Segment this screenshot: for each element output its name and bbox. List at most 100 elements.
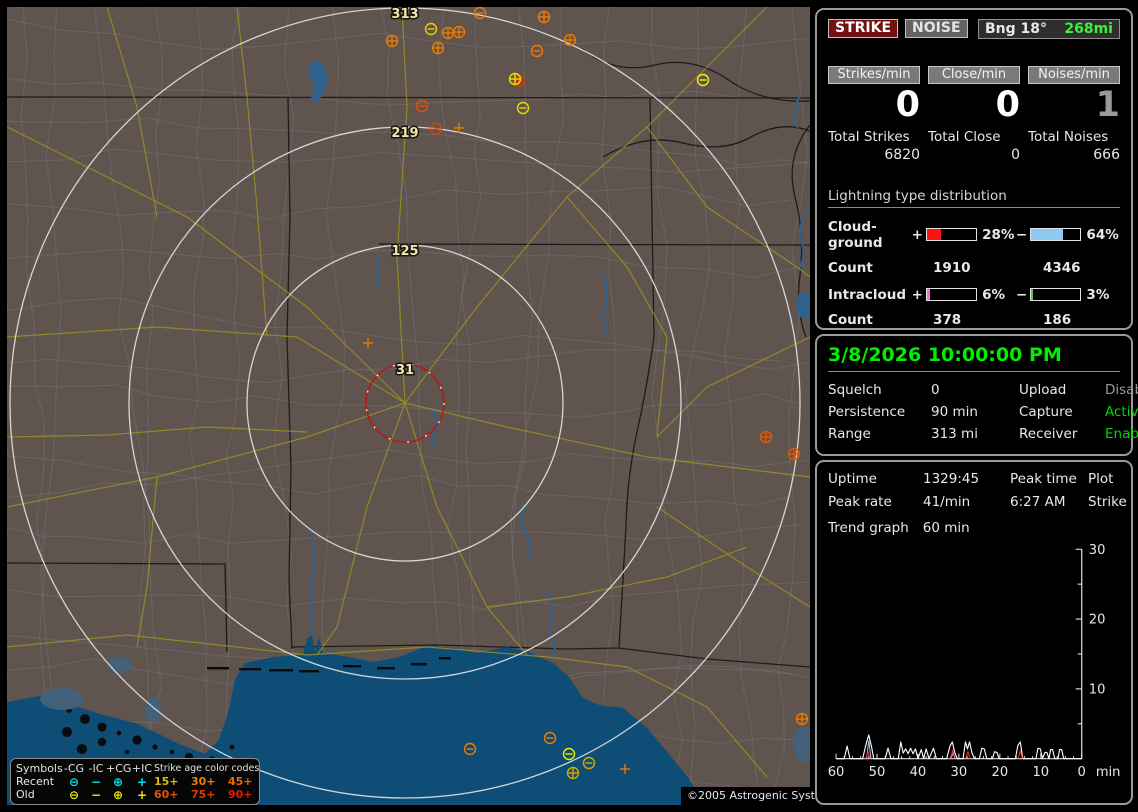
age-code-45: 45+ xyxy=(228,774,253,788)
plus-sign: + xyxy=(911,226,923,243)
ic-neg-bar xyxy=(1030,288,1082,302)
svg-text:0: 0 xyxy=(1078,765,1086,780)
distribution-title: Lightning type distribution xyxy=(828,188,1120,208)
range-value: 313 mi xyxy=(931,426,978,442)
trend-window-value: 60 min xyxy=(922,520,970,536)
trend-panel: Uptime 1329:45 Peak time Plot Peak rate … xyxy=(815,460,1133,805)
strike-marker-cgp xyxy=(452,25,466,39)
ic-pos-recent-icon: + xyxy=(136,774,148,789)
legend-col-cg-pos: +CG xyxy=(106,761,132,775)
trend-graph: 10 20 30 60 50 40 30 20 10 0 min xyxy=(828,543,1120,780)
receiver-label: Receiver xyxy=(1019,426,1078,442)
ic-neg-count: 186 xyxy=(1043,311,1072,328)
strike-marker-cgp xyxy=(566,766,580,780)
ic-pos-bar xyxy=(926,288,978,302)
svg-text:20: 20 xyxy=(1089,613,1106,628)
cg-pos-recent-icon: ⊕ xyxy=(112,774,124,789)
cg-neg-pct: 64% xyxy=(1086,226,1119,243)
cg-pos-bar-fill xyxy=(927,229,941,241)
squelch-label: Squelch xyxy=(828,382,882,398)
total-strikes-label: Total Strikes xyxy=(828,128,910,145)
map-legend: Symbols -CG -IC +CG +IC Strike age color… xyxy=(10,758,260,805)
close-column: Close/min 0 Total Close 0 xyxy=(928,66,1020,163)
strike-marker-cgp xyxy=(563,33,577,47)
peak-rate-value: 41/min xyxy=(923,494,971,510)
ring-label-313: 313 xyxy=(391,7,418,22)
strike-marker-cgp xyxy=(385,34,399,48)
ic-pos-old-icon: + xyxy=(136,787,148,802)
svg-text:30: 30 xyxy=(1089,543,1106,558)
uptime-label: Uptime xyxy=(828,471,877,487)
count-label: Count xyxy=(828,311,873,328)
svg-text:10: 10 xyxy=(1032,765,1049,780)
receiver-value: Enabled xyxy=(1105,426,1138,442)
plot-mode-value: Strike xyxy=(1088,494,1127,510)
legend-col-ic-neg: -IC xyxy=(88,761,104,775)
noises-column: Noises/min 1 Total Noises 666 xyxy=(1028,66,1120,163)
strike-mode-button[interactable]: STRIKE xyxy=(828,19,899,38)
age-code-90: 90+ xyxy=(228,787,253,801)
strike-marker-cgp xyxy=(508,72,522,86)
persistence-label: Persistence xyxy=(828,404,906,420)
map-area[interactable]: 31 125 219 313 Symbols -CG -IC +CG +IC Stri… xyxy=(7,7,845,805)
trend-graph-label: Trend graph xyxy=(828,520,909,536)
svg-text:20: 20 xyxy=(992,765,1009,780)
bearing-display: Bng 18° 268mi xyxy=(978,19,1120,39)
close-per-min-button[interactable]: Close/min xyxy=(928,66,1020,84)
cg-neg-bar xyxy=(1030,228,1082,242)
bearing-label: Bng 18° xyxy=(985,21,1048,37)
ic-neg-old-icon: − xyxy=(90,787,102,802)
ring-label-219: 219 xyxy=(391,126,418,141)
uptime-value: 1329:45 xyxy=(923,471,980,487)
ic-pos-pct: 6% xyxy=(982,286,1006,303)
peak-time-value: 6:27 AM xyxy=(1010,494,1066,510)
squelch-value: 0 xyxy=(931,382,940,398)
cg-pos-pct: 28% xyxy=(982,226,1015,243)
ic-neg-pct: 3% xyxy=(1086,286,1110,303)
count-label: Count xyxy=(828,259,873,276)
total-noises-label: Total Noises xyxy=(1028,128,1109,145)
ic-neg-recent-icon: − xyxy=(90,774,102,789)
age-code-15: 15+ xyxy=(154,774,179,788)
total-close-value: 0 xyxy=(1011,146,1020,163)
svg-text:50: 50 xyxy=(869,765,886,780)
strike-marker-cgp xyxy=(795,712,809,726)
upload-label: Upload xyxy=(1019,382,1067,398)
legend-row-recent: Recent xyxy=(16,774,55,788)
noises-per-min-value: 1 xyxy=(1095,85,1120,125)
minus-sign: − xyxy=(1015,286,1028,303)
stats-panel: STRIKE NOISE Bng 18° 268mi Strikes/min 0… xyxy=(815,8,1133,330)
svg-text:10: 10 xyxy=(1089,682,1106,697)
lightning-map: 31 125 219 313 xyxy=(7,7,810,805)
legend-col-ic-pos: +IC xyxy=(131,761,153,775)
noises-per-min-button[interactable]: Noises/min xyxy=(1028,66,1120,84)
cg-pos-count: 1910 xyxy=(933,259,971,276)
close-per-min-value: 0 xyxy=(995,85,1020,125)
capture-label: Capture xyxy=(1019,404,1073,420)
legend-col-cg-neg: -CG xyxy=(63,761,85,775)
strike-marker-cgp xyxy=(431,41,445,55)
age-code-30: 30+ xyxy=(191,774,216,788)
total-strikes-value: 6820 xyxy=(884,146,920,163)
intracloud-row: Intracloud + 6% − 3% xyxy=(828,287,1120,303)
status-panel: 3/8/2026 10:00:00 PM Squelch 0 Upload Di… xyxy=(815,334,1138,456)
ic-pos-bar-fill xyxy=(927,289,931,301)
strikes-per-min-button[interactable]: Strikes/min xyxy=(828,66,920,84)
cloud-ground-count-row: Count 1910 4346 xyxy=(828,260,1120,276)
peak-time-label: Peak time xyxy=(1010,471,1077,487)
legend-row-old: Old xyxy=(16,787,35,801)
bearing-range: 268mi xyxy=(1064,21,1113,37)
ic-neg-bar-fill xyxy=(1031,289,1033,301)
cg-neg-old-icon: ⊖ xyxy=(68,787,80,802)
intracloud-label: Intracloud xyxy=(828,286,907,303)
svg-text:40: 40 xyxy=(910,765,927,780)
peak-rate-label: Peak rate xyxy=(828,494,892,510)
svg-text:60: 60 xyxy=(828,765,844,780)
cloud-ground-label: Cloud-ground xyxy=(828,218,883,251)
noise-mode-button[interactable]: NOISE xyxy=(905,19,968,38)
legend-symbols-header: Symbols xyxy=(16,761,63,775)
persistence-value: 90 min xyxy=(931,404,978,420)
strikes-column: Strikes/min 0 Total Strikes 6820 xyxy=(828,66,920,163)
age-code-75: 75+ xyxy=(191,787,216,801)
cloud-ground-row: Cloud-ground + 28% − 64% xyxy=(828,219,1120,251)
